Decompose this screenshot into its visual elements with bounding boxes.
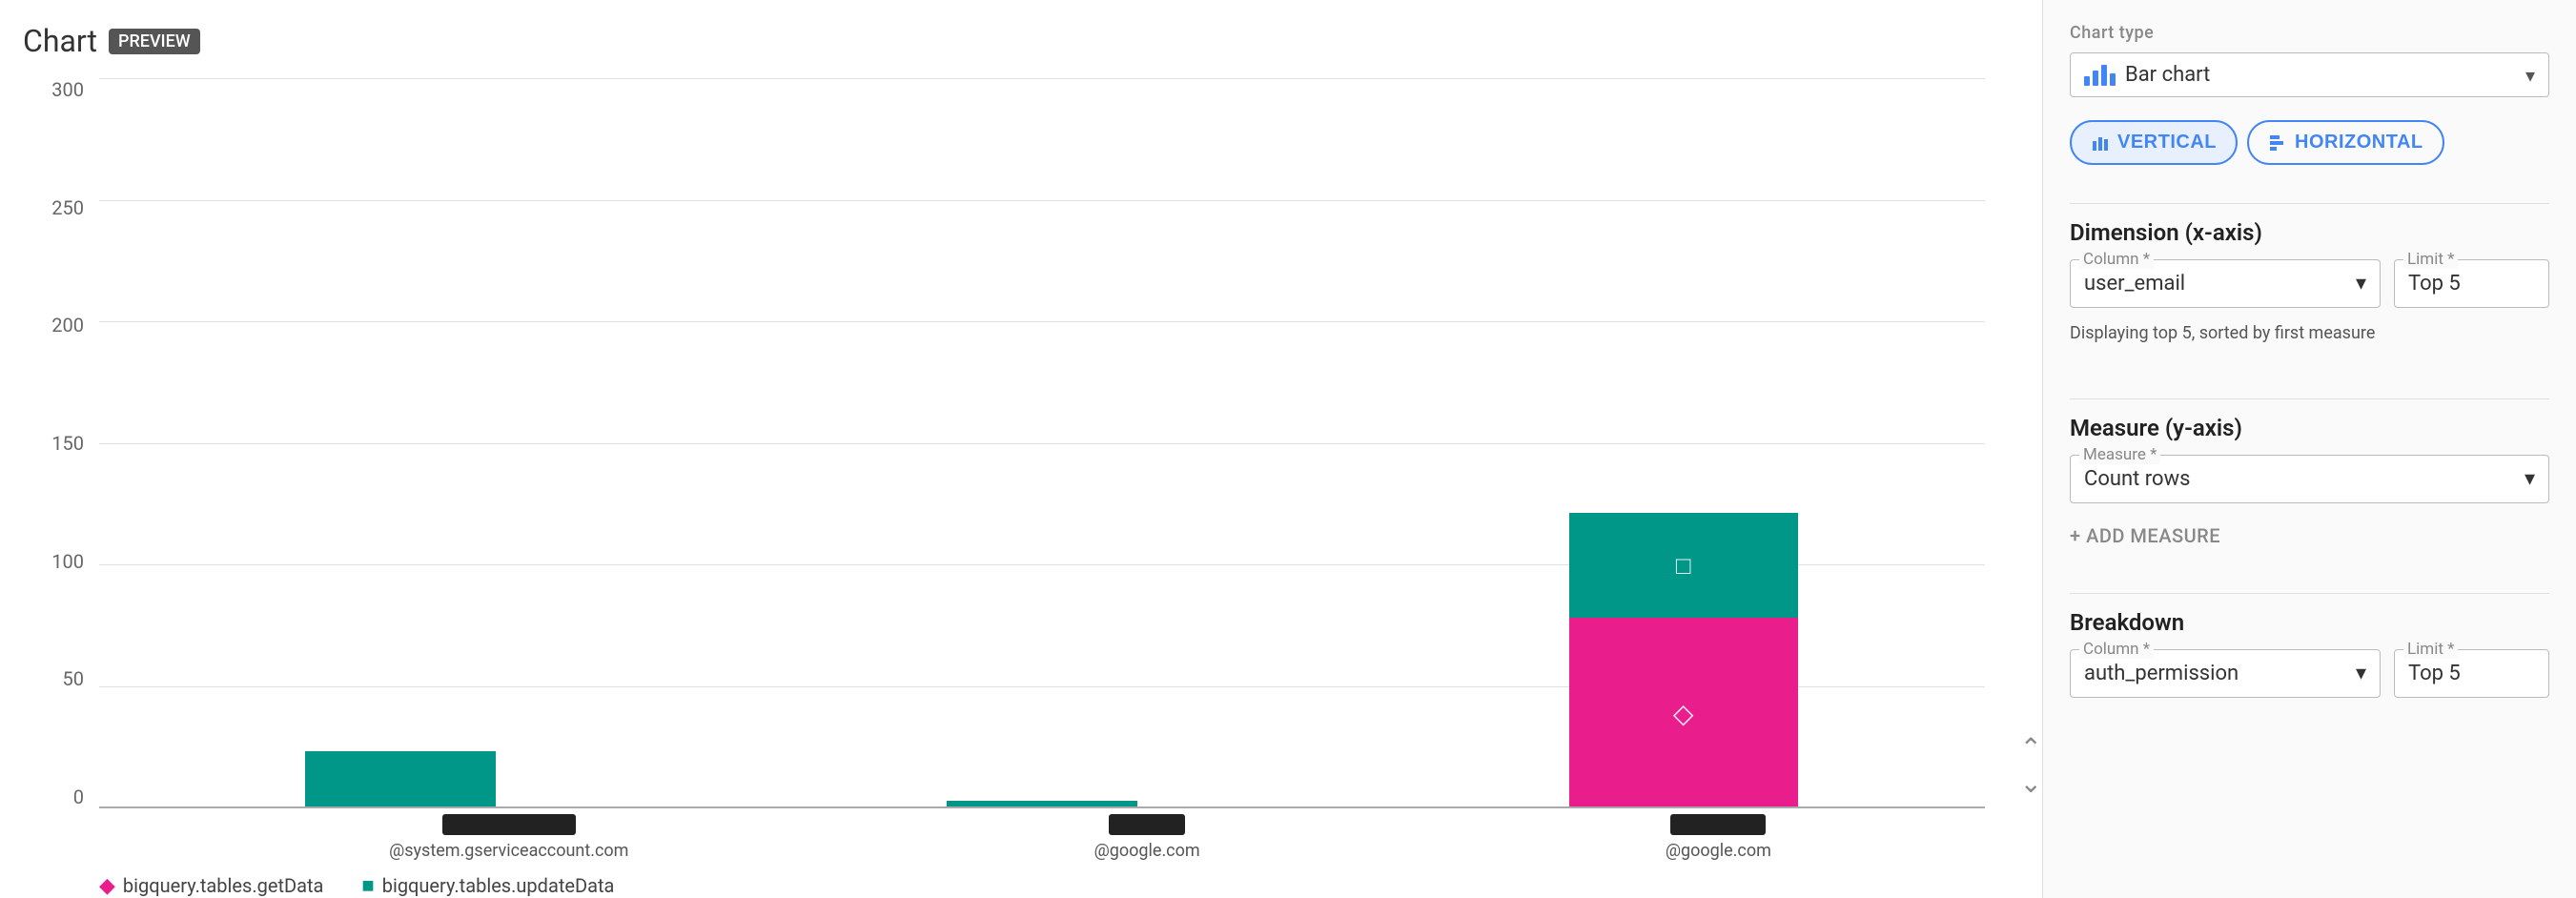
scroll-controls[interactable]: ⌃ ⌄ [2020,732,2042,799]
chart-legend: ◆ bigquery.tables.getData ■ bigquery.tab… [23,866,2042,898]
measure-value: Count rows [2084,467,2190,491]
breakdown-limit-label: Limit * [2403,640,2458,659]
y-label-0: 0 [73,786,84,808]
dimension-column-value: user_email [2084,272,2185,296]
add-measure-button[interactable]: + ADD MEASURE [2070,517,2549,555]
breakdown-title: Breakdown [2070,609,2549,636]
orientation-buttons: VERTICAL HORIZONTAL [2070,120,2549,165]
bar-chart-icon [2084,65,2116,86]
chart-area: Chart PREVIEW 300 250 200 150 100 50 0 [0,0,2042,898]
right-panel: Chart type Bar chart ▾ [2042,0,2576,898]
bar-group-1 [137,751,664,808]
y-axis: 300 250 200 150 100 50 0 [23,78,99,866]
chart-type-selector[interactable]: Bar chart ▾ [2070,52,2549,97]
chart-container: 300 250 200 150 100 50 0 [23,78,2042,898]
chart-inner: 300 250 200 150 100 50 0 [23,78,2042,866]
bar-group-3: ◇ □ [1420,513,1947,808]
bar-segment-magenta: ◇ [1569,618,1798,808]
x-label-suffix-1: @system.gserviceaccount.com [389,841,628,861]
chart-type-section: Chart type Bar chart ▾ [2070,23,2549,97]
y-label-150: 150 [51,432,84,455]
bar-icon-square: □ [1676,551,1691,581]
breakdown-column-label: Column * [2079,640,2154,659]
horizontal-label: HORIZONTAL [2295,132,2423,153]
chart-type-dropdown-icon: ▾ [2525,64,2535,87]
bar-icon-diamond: ◇ [1673,698,1694,729]
stacked-bar-3: ◇ □ [1569,513,1798,808]
preview-badge: PREVIEW [109,29,200,54]
dimension-column-box: Column * user_email ▾ [2070,259,2381,308]
vertical-icon [2091,133,2110,153]
x-label-redacted-2 [1109,814,1185,835]
x-label-suffix-2: @google.com [1094,841,1200,861]
legend-label-getData: bigquery.tables.getData [123,874,324,897]
measure-title: Measure (y-axis) [2070,415,2549,441]
breakdown-fields: Column * auth_permission ▾ Limit * Top 5 [2070,649,2549,698]
measure-label: Measure * [2079,445,2160,464]
x-label-redacted-1 [442,814,576,835]
legend-label-updateData: bigquery.tables.updateData [382,874,615,897]
breakdown-section: Breakdown Column * auth_permission ▾ Lim… [2070,609,2549,711]
y-label-300: 300 [51,78,84,101]
x-label-1: @system.gserviceaccount.com [389,814,628,861]
measure-dropdown-icon: ▾ [2525,467,2535,491]
y-label-50: 50 [63,667,84,690]
dimension-limit-label: Limit * [2403,250,2458,269]
dimension-column-dropdown-icon: ▾ [2356,272,2366,296]
scroll-up-chevron[interactable]: ⌃ [2020,732,2042,764]
breakdown-limit-value: Top 5 [2408,662,2461,685]
x-axis-labels: @system.gserviceaccount.com @google.com … [175,808,1985,866]
orientation-section: VERTICAL HORIZONTAL [2070,120,2549,165]
divider-1 [2070,203,2549,204]
horizontal-icon [2268,133,2287,153]
legend-item-getData: ◆ bigquery.tables.getData [99,874,323,898]
dimension-fields: Column * user_email ▾ Limit * Top 5 [2070,259,2549,308]
breakdown-column-value: auth_permission [2084,662,2239,685]
y-label-250: 250 [51,196,84,219]
x-label-2: @google.com [1094,814,1200,861]
x-label-redacted-3 [1670,814,1766,835]
stacked-bar-1 [305,751,496,808]
plot-area: ◇ □ @system.gserviceaccount.com [99,78,2042,866]
chart-title: Chart [23,23,97,59]
legend-icon-updateData: ■ [361,873,374,898]
chart-type-inner: Bar chart [2084,63,2210,87]
vertical-button[interactable]: VERTICAL [2070,120,2238,165]
chart-header: Chart PREVIEW [23,23,2042,59]
dimension-column-label: Column * [2079,250,2154,269]
measure-section: Measure (y-axis) Measure * Count rows ▾ … [2070,415,2549,555]
measure-box: Measure * Count rows ▾ [2070,455,2549,503]
legend-icon-getData: ◆ [99,874,115,898]
chart-type-value: Bar chart [2125,63,2210,87]
vertical-label: VERTICAL [2117,132,2217,153]
dimension-section: Dimension (x-axis) Column * user_email ▾… [2070,219,2549,360]
legend-item-updateData: ■ bigquery.tables.updateData [361,873,614,898]
x-label-3: @google.com [1666,814,1771,861]
add-measure-label: + ADD MEASURE [2070,524,2220,547]
dimension-limit-box: Limit * Top 5 [2394,259,2549,308]
measure-fields: Measure * Count rows ▾ [2070,455,2549,503]
y-label-200: 200 [51,314,84,337]
divider-2 [2070,398,2549,399]
scroll-down-chevron[interactable]: ⌄ [2020,767,2042,799]
breakdown-column-dropdown-icon: ▾ [2356,662,2366,685]
chart-type-label: Chart type [2070,23,2549,43]
dimension-hint: Displaying top 5, sorted by first measur… [2070,321,2549,345]
breakdown-limit-box: Limit * Top 5 [2394,649,2549,698]
breakdown-column-box: Column * auth_permission ▾ [2070,649,2381,698]
x-label-suffix-3: @google.com [1666,841,1771,861]
horizontal-button[interactable]: HORIZONTAL [2247,120,2444,165]
bar-segment-teal-1 [305,751,496,808]
y-label-100: 100 [51,550,84,573]
divider-3 [2070,593,2549,594]
dimension-title: Dimension (x-axis) [2070,219,2549,246]
bars-container: ◇ □ [99,78,1985,808]
dimension-limit-value: Top 5 [2408,272,2461,296]
bar-segment-teal-3: □ [1569,513,1798,618]
